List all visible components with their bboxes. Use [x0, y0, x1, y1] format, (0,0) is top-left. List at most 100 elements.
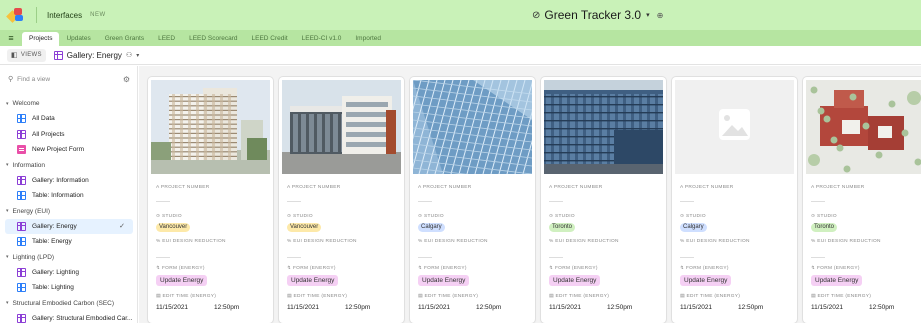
edit-time-label: ▤ EDIT TIME (ENERGY) — [680, 294, 740, 299]
edit-date: 11/15/2021 — [811, 304, 844, 311]
sidebar-section[interactable]: ▾ Information — [0, 158, 138, 173]
form-energy-label: ↯ FORM (ENERGY) — [418, 266, 467, 271]
sidebar-item-gallery-information[interactable]: Gallery: Information — [0, 173, 138, 189]
gallery-card[interactable]: A PROJECT NUMBER ⊙ STUDIO Toronto % EUI DES… — [803, 77, 921, 323]
form-view-icon — [17, 145, 26, 155]
current-view-name: Gallery: Energy — [66, 50, 122, 60]
sidebar-item-gallery-lighting[interactable]: Gallery: Lighting — [0, 265, 138, 281]
info-icon[interactable]: ⊕ — [657, 11, 664, 20]
sidebar-item-label: All Data — [32, 115, 55, 123]
search-icon: ⚲ — [8, 76, 14, 83]
sidebar-section[interactable]: ▾ Lighting (LPD) — [0, 250, 138, 265]
project-image — [282, 80, 401, 174]
eui-reduction-label: % EUI DESIGN REDUCTION — [156, 239, 226, 244]
update-energy-button[interactable]: Update Energy — [418, 275, 470, 286]
field-label-text: EDIT TIME (ENERGY) — [162, 294, 217, 299]
gallery-view-icon — [17, 267, 26, 277]
update-energy-button[interactable]: Update Energy — [156, 275, 208, 286]
sidebar-section-label: Energy (EUI) — [12, 207, 51, 215]
tab-leed-credit[interactable]: LEED Credit — [245, 32, 295, 46]
field-label-text: STUDIO — [161, 214, 182, 219]
hamburger-menu-icon[interactable]: ≡ — [0, 33, 22, 43]
chevron-down-icon: ▾ — [136, 52, 140, 59]
sidebar-item-gallery-structural-embodied-car[interactable]: Gallery: Structural Embodied Car... — [0, 311, 138, 323]
sidebar-item-gallery-energy[interactable]: Gallery: Energy ✓ — [5, 218, 133, 234]
edit-time: 12:50pm — [214, 304, 240, 311]
field-label-text: EUI DESIGN REDUCTION — [555, 239, 619, 244]
gallery-view-icon — [17, 129, 26, 139]
field-label-text: STUDIO — [816, 214, 837, 219]
project-number-label: A PROJECT NUMBER — [418, 185, 472, 190]
field-label-text: FORM (ENERGY) — [554, 266, 598, 271]
sidebar-item-label: Gallery: Energy — [32, 222, 77, 230]
field-label-text: EUI DESIGN REDUCTION — [293, 239, 357, 244]
gallery-view-icon — [53, 50, 63, 60]
empty-value-line — [549, 201, 563, 202]
gallery-card[interactable]: A PROJECT NUMBER ⊙ STUDIO Calgary % EUI DES… — [410, 77, 535, 323]
base-title-wrap[interactable]: ⊘ Green Tracker 3.0 ▾ ⊕ — [532, 0, 663, 30]
update-energy-button[interactable]: Update Energy — [287, 275, 339, 286]
form-energy-label: ↯ FORM (ENERGY) — [811, 266, 860, 271]
base-title[interactable]: Green Tracker 3.0 — [544, 8, 641, 22]
sidebar-section[interactable]: ▾ Energy (EUI) — [0, 204, 138, 219]
sidebar-item-new-project-form[interactable]: New Project Form — [0, 142, 138, 158]
current-view-selector[interactable]: Gallery: Energy ⚇ ▾ — [53, 50, 140, 60]
tab-projects[interactable]: Projects — [22, 32, 60, 46]
sidebar-item-all-projects[interactable]: All Projects — [0, 127, 138, 143]
sidebar-section-label: Information — [12, 161, 46, 169]
tab-leed-ci-v1-0[interactable]: LEED-CI v1.0 — [295, 32, 349, 46]
field-label-text: PROJECT NUMBER — [815, 185, 865, 190]
gear-icon[interactable]: ⚙ — [123, 75, 130, 84]
field-label-text: EUI DESIGN REDUCTION — [162, 239, 226, 244]
empty-value-line — [287, 201, 301, 202]
sidebar-item-label: New Project Form — [32, 146, 85, 154]
field-label-text: EDIT TIME (ENERGY) — [293, 294, 348, 299]
views-sidebar: ⚲ ⚙ ▾Welcome All Data All Projects New Proj… — [0, 66, 138, 323]
update-energy-button[interactable]: Update Energy — [811, 275, 863, 286]
studio-label: ⊙ STUDIO — [549, 214, 575, 219]
gallery-card[interactable]: A PROJECT NUMBER ⊙ STUDIO Vancouver % EUI D… — [148, 77, 273, 323]
tab-leed-scorecard[interactable]: LEED Scorecard — [182, 32, 244, 46]
field-label-text: PROJECT NUMBER — [291, 185, 341, 190]
edit-time: 12:50pm — [476, 304, 502, 311]
sidebar-item-label: Gallery: Structural Embodied Car... — [32, 314, 133, 322]
chevron-down-icon[interactable]: ▾ — [646, 11, 650, 19]
airtable-logo-icon[interactable] — [6, 7, 24, 23]
field-label-text: EDIT TIME (ENERGY) — [555, 294, 610, 299]
gallery-card[interactable]: A PROJECT NUMBER ⊙ STUDIO Toronto % EUI DES… — [541, 77, 666, 323]
tab-imported[interactable]: Imported — [348, 32, 388, 46]
edit-date: 11/15/2021 — [549, 304, 582, 311]
field-label-text: EDIT TIME (ENERGY) — [686, 294, 741, 299]
sidebar-item-table-lighting[interactable]: Table: Lighting — [0, 280, 138, 296]
sidebar-section[interactable]: ▾ Structural Embodied Carbon (SEC) — [0, 296, 138, 311]
tab-updates[interactable]: Updates — [59, 32, 97, 46]
studio-tag: Vancouver — [287, 223, 322, 232]
gallery-card[interactable]: A PROJECT NUMBER ⊙ STUDIO Vancouver % EUI D… — [279, 77, 404, 323]
find-view-input[interactable] — [17, 75, 108, 83]
project-image — [151, 80, 270, 174]
field-label-text: FORM (ENERGY) — [685, 266, 729, 271]
leaf-icon: ⊘ — [532, 9, 541, 21]
tab-green-grants[interactable]: Green Grants — [98, 32, 151, 46]
field-label-text: STUDIO — [292, 214, 313, 219]
field-label-text: EDIT TIME (ENERGY) — [424, 294, 479, 299]
field-label-text: FORM (ENERGY) — [292, 266, 336, 271]
interfaces-link[interactable]: Interfaces — [47, 11, 82, 20]
gallery-card[interactable]: A PROJECT NUMBER ⊙ STUDIO Calgary % EUI DES… — [672, 77, 797, 323]
update-energy-button[interactable]: Update Energy — [680, 275, 732, 286]
sidebar-item-label: Gallery: Lighting — [32, 268, 79, 276]
sidebar-item-table-energy[interactable]: Table: Energy — [0, 234, 138, 250]
empty-value-line — [418, 201, 432, 202]
chevron-down-icon: ▾ — [6, 100, 9, 107]
field-label-text: STUDIO — [685, 214, 706, 219]
field-label-text: STUDIO — [423, 214, 444, 219]
sidebar-toggle-icon: ◧ — [11, 52, 18, 59]
sidebar-section[interactable]: ▾ Welcome — [0, 96, 138, 111]
views-toggle-button[interactable]: ◧ VIEWS — [7, 48, 46, 62]
sidebar-item-table-information[interactable]: Table: Information — [0, 188, 138, 204]
update-energy-button[interactable]: Update Energy — [549, 275, 601, 286]
empty-value-line — [156, 201, 170, 202]
sidebar-item-all-data[interactable]: All Data — [0, 111, 138, 127]
tab-leed[interactable]: LEED — [151, 32, 182, 46]
project-image — [806, 80, 921, 174]
